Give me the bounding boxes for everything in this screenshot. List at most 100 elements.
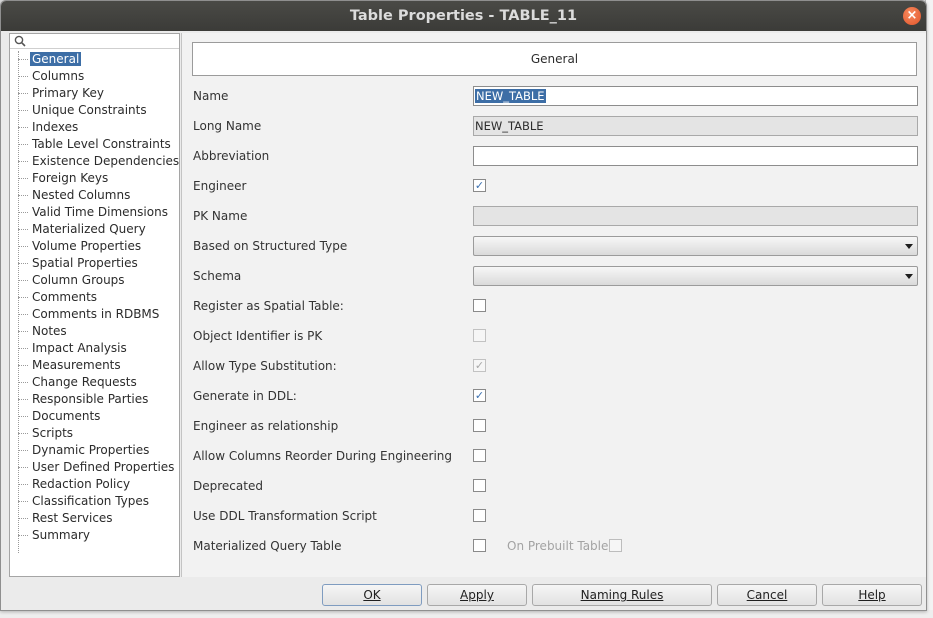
tree-item-label: Foreign Keys	[32, 171, 109, 185]
columns-reorder-checkbox[interactable]	[473, 449, 486, 462]
tree-item[interactable]: Table Level Constraints	[18, 136, 173, 153]
table-properties-dialog: Table Properties - TABLE_11 × General Col…	[0, 0, 927, 611]
materialized-query-checkbox[interactable]	[473, 539, 486, 552]
category-tree-panel: General Columns Primary Key Unique Constrai…	[9, 33, 180, 577]
tree-item-label: Measurements	[32, 358, 121, 372]
engineer-label: Engineer	[193, 179, 247, 193]
tree-branch-line	[18, 280, 28, 281]
prebuilt-table-checkbox[interactable]	[609, 539, 622, 552]
tree-item[interactable]: Valid Time Dimensions	[18, 204, 170, 221]
tree-item-label: Summary	[32, 528, 90, 542]
search-icon	[14, 35, 26, 47]
long-name-label: Long Name	[193, 119, 262, 133]
name-input[interactable]: NEW_TABLE	[473, 86, 918, 106]
tree-item[interactable]: Documents	[18, 408, 102, 425]
tree-item[interactable]: Scripts	[18, 425, 75, 442]
structured-type-dropdown[interactable]	[473, 236, 918, 256]
generate-ddl-checkbox[interactable]: ✓	[473, 389, 486, 402]
tree-item[interactable]: User Defined Properties	[18, 459, 176, 476]
tree-branch-line	[18, 161, 28, 162]
schema-dropdown[interactable]	[473, 266, 918, 286]
tree-item[interactable]: Classification Types	[18, 493, 151, 510]
tree-item-label: Indexes	[32, 120, 79, 134]
schema-label: Schema	[193, 269, 242, 283]
naming-rules-button[interactable]: Naming Rules	[532, 584, 712, 606]
cancel-button[interactable]: Cancel	[717, 584, 817, 606]
apply-button[interactable]: Apply	[427, 584, 527, 606]
tree-item[interactable]: Rest Services	[18, 510, 115, 527]
engineer-relationship-checkbox[interactable]	[473, 419, 486, 432]
tree-branch-line	[18, 382, 28, 383]
tree-branch-line	[18, 348, 28, 349]
type-substitution-checkbox[interactable]: ✓	[473, 359, 486, 372]
tree-item-label: Columns	[32, 69, 85, 83]
tree-branch-line	[18, 433, 28, 434]
tree-item[interactable]: Notes	[18, 323, 69, 340]
tree-item[interactable]: Existence Dependencies	[18, 153, 181, 170]
tree-branch-line	[18, 195, 28, 196]
window-title: Table Properties - TABLE_11	[349, 8, 578, 24]
tree-branch-line	[18, 450, 28, 451]
tree-item[interactable]: Responsible Parties	[18, 391, 150, 408]
tree-item[interactable]: Columns	[18, 68, 86, 85]
tree-branch-line	[18, 59, 28, 60]
tree-item-label: Materialized Query	[32, 222, 146, 236]
tree-search-field[interactable]	[10, 34, 179, 49]
long-name-input[interactable]: NEW_TABLE	[473, 116, 918, 136]
tree-branch-line	[18, 535, 28, 536]
pk-name-input[interactable]	[473, 206, 918, 226]
tree-branch-line	[18, 365, 28, 366]
dialog-footer: OK Apply Naming Rules Cancel Help	[1, 577, 926, 610]
tree-item-label: Rest Services	[32, 511, 113, 525]
dropdown-arrow-icon	[905, 274, 913, 279]
tree-item[interactable]: Impact Analysis	[18, 340, 129, 357]
tree-branch-line	[18, 416, 28, 417]
long-name-input-value: NEW_TABLE	[475, 119, 544, 133]
tree-branch-line	[18, 229, 28, 230]
tree-item[interactable]: Volume Properties	[18, 238, 143, 255]
help-button[interactable]: Help	[822, 584, 922, 606]
tree-item[interactable]: Nested Columns	[18, 187, 132, 204]
tree-branch-line	[18, 246, 28, 247]
spatial-table-checkbox[interactable]	[473, 299, 486, 312]
section-header: General	[192, 42, 917, 76]
pk-name-label: PK Name	[193, 209, 248, 223]
engineer-relationship-label: Engineer as relationship	[193, 419, 339, 433]
tree-item[interactable]: Change Requests	[18, 374, 139, 391]
engineer-checkbox[interactable]: ✓	[473, 179, 486, 192]
tree-item-label: Scripts	[32, 426, 74, 440]
tree-item-label: Table Level Constraints	[32, 137, 171, 151]
cancel-button-label: Cancel	[746, 588, 788, 602]
tree-item[interactable]: Spatial Properties	[18, 255, 140, 272]
tree-item[interactable]: Materialized Query	[18, 221, 148, 238]
tree-item[interactable]: Measurements	[18, 357, 123, 374]
tree-item[interactable]: Indexes	[18, 119, 80, 136]
tree-item[interactable]: General	[18, 51, 82, 68]
type-substitution-label: Allow Type Substitution:	[193, 359, 337, 373]
tree-branch-line	[18, 297, 28, 298]
tree-item[interactable]: Comments in RDBMS	[18, 306, 161, 323]
tree-branch-line	[18, 178, 28, 179]
tree-item-label: Redaction Policy	[32, 477, 131, 491]
background-window-bottom	[0, 610, 933, 618]
abbreviation-input[interactable]	[473, 146, 918, 166]
deprecated-checkbox[interactable]	[473, 479, 486, 492]
tree-item-label: Valid Time Dimensions	[32, 205, 168, 219]
tree-item[interactable]: Redaction Policy	[18, 476, 132, 493]
materialized-query-label: Materialized Query Table	[193, 539, 342, 553]
tree-item[interactable]: Summary	[18, 527, 92, 544]
tree-item[interactable]: Dynamic Properties	[18, 442, 151, 459]
tree-branch-line	[18, 127, 28, 128]
close-icon[interactable]: ×	[903, 7, 921, 25]
oid-pk-checkbox[interactable]	[473, 329, 486, 342]
tree-item[interactable]: Primary Key	[18, 85, 106, 102]
ok-button[interactable]: OK	[322, 584, 422, 606]
tree-item[interactable]: Comments	[18, 289, 99, 306]
tree-branch-line	[18, 399, 28, 400]
tree-item[interactable]: Unique Constraints	[18, 102, 149, 119]
tree-item[interactable]: Foreign Keys	[18, 170, 110, 187]
name-label: Name	[193, 89, 229, 103]
ddl-script-checkbox[interactable]	[473, 509, 486, 522]
tree-item-label: Column Groups	[32, 273, 125, 287]
tree-item[interactable]: Column Groups	[18, 272, 127, 289]
